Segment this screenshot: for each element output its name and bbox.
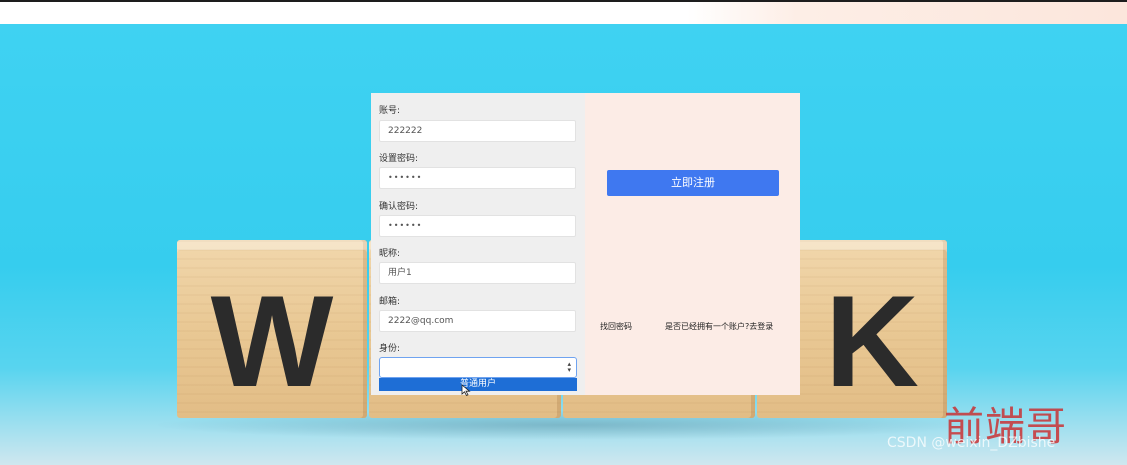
email-input[interactable]: 2222@qq.com [379, 310, 576, 332]
browser-top-bar [0, 0, 1127, 26]
select-arrows-icon: ▴ ▾ [567, 360, 571, 374]
role-select[interactable]: ▴ ▾ [379, 357, 577, 378]
confirm-password-label: 确认密码: [379, 202, 419, 212]
wood-cube-w: W [177, 240, 367, 418]
account-label: 账号: [379, 106, 401, 116]
confirm-password-input[interactable]: •••••• [379, 215, 576, 237]
mouse-cursor-icon [461, 384, 471, 396]
register-form: 账号: 222222 设置密码: •••••• 确认密码: •••••• 昵称:… [371, 93, 585, 396]
password-label: 设置密码: [379, 154, 419, 164]
nickname-label: 昵称: [379, 249, 401, 259]
role-label: 身份: [379, 344, 401, 354]
email-label: 邮箱: [379, 297, 401, 307]
find-password-link[interactable]: 找回密码 [600, 321, 632, 332]
register-side-panel: 立即注册 找回密码 是否已经拥有一个账户?去登录 [585, 93, 800, 395]
password-input[interactable]: •••••• [379, 167, 576, 189]
account-input[interactable]: 222222 [379, 120, 576, 142]
top-bar-decoration [687, 2, 1127, 26]
nickname-input[interactable]: 用户1 [379, 262, 576, 284]
watermark-csdn: CSDN @weixin_DZbishe [887, 435, 1056, 451]
cube-letter-w: W [210, 268, 334, 414]
role-option-normal-user[interactable]: 普通用户 [379, 378, 577, 391]
register-now-button[interactable]: 立即注册 [607, 170, 779, 196]
register-panel: 账号: 222222 设置密码: •••••• 确认密码: •••••• 昵称:… [371, 93, 800, 396]
go-login-link[interactable]: 是否已经拥有一个账户?去登录 [665, 321, 773, 332]
